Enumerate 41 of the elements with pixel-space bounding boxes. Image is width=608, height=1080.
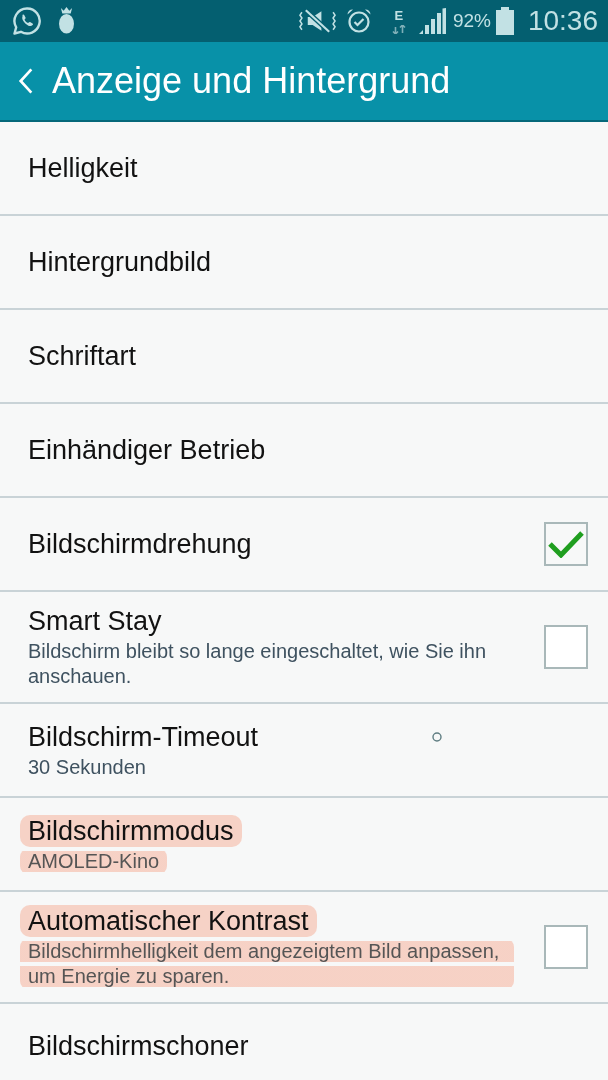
settings-item[interactable]: Bildschirmdrehung [0,498,608,592]
mute-vibrate-icon [298,8,336,34]
clock-time: 10:36 [527,5,598,37]
settings-item[interactable]: Automatischer Kontrast Bildschirmhelligkeit dem angezeigtem Bild anpassen, um Energie zu sparen. [0,892,608,1004]
item-title: Automatischer Kontrast [20,905,317,937]
ring-icon [432,732,442,742]
checkbox[interactable] [544,625,588,669]
settings-item[interactable]: Bildschirm-Timeout 30 Sekunden [0,704,608,798]
item-title: Bildschirmmodus [20,814,242,847]
network-type: E [394,8,404,23]
alarm-clock-icon [345,8,372,34]
item-title: Hintergrundbild [28,246,212,278]
signal-icon [418,8,446,34]
item-title: Bildschirm-Timeout [28,720,259,753]
item-title: Schriftart [28,340,137,372]
item-title: Smart Stay [28,605,162,637]
item-description: 30 Sekunden [28,754,146,780]
settings-item[interactable]: Hintergrundbild [0,216,608,310]
item-description: AMOLED-Kino [20,848,168,874]
checkmark-icon [548,530,584,558]
settings-item[interactable]: Helligkeit [0,122,608,216]
settings-item[interactable]: Schriftart [0,310,608,404]
data-arrows-icon [391,24,406,34]
item-title: Helligkeit [28,152,138,184]
settings-item[interactable]: Smart Stay Bildschirm bleibt so lange eingeschaltet, wie Sie ihn anschauen. [0,592,608,704]
battery-percent: 92% [452,10,491,32]
battery-icon [495,7,514,35]
item-title: Bildschirmschoner [28,1030,249,1062]
item-description: Bildschirmhelligkeit dem angezeigtem Bild anpassen, um Energie zu sparen. [20,939,514,989]
back-chevron-icon [18,67,34,95]
turnip-icon [58,7,75,35]
item-title: Einhändiger Betrieb [28,434,266,466]
settings-item[interactable]: Einhändiger Betrieb [0,404,608,498]
item-description: Bildschirm bleibt so lange eingeschaltet, wie Sie ihn anschauen. [28,639,488,689]
settings-item[interactable]: Bildschirmmodus AMOLED-Kino [0,798,608,892]
screen-title: Anzeige und Hintergrund [52,60,451,102]
checkbox[interactable] [544,925,588,969]
checkbox[interactable] [544,522,588,566]
settings-item[interactable]: Bildschirmschoner [0,1004,608,1080]
chat-phone-icon [12,6,42,36]
item-title: Bildschirmdrehung [28,528,252,560]
